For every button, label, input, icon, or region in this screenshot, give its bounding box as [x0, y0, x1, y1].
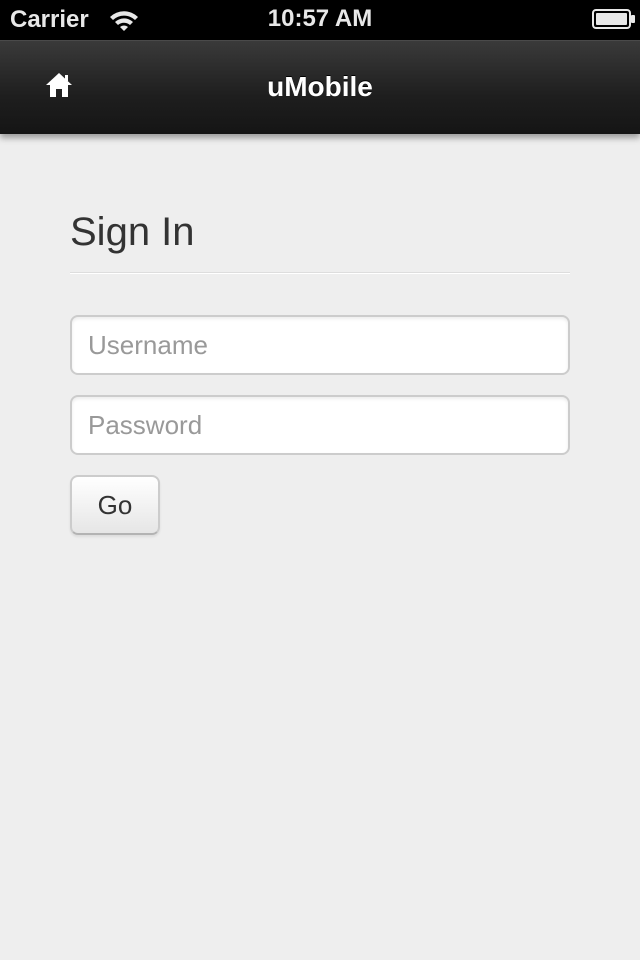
status-bar: Carrier 10:57 AM — [0, 0, 640, 40]
page-title: Sign In — [70, 208, 570, 273]
username-input[interactable] — [70, 315, 570, 375]
app-title: uMobile — [267, 71, 373, 102]
sign-in-form-container: Sign In Go — [70, 134, 570, 535]
go-button[interactable]: Go — [70, 475, 160, 535]
sign-in-form: Go — [70, 315, 570, 535]
app-screen: Carrier 10:57 AM uMobile Sign In Go — [0, 0, 640, 960]
battery-icon — [592, 9, 635, 29]
password-input[interactable] — [70, 395, 570, 455]
header-bar: uMobile — [0, 40, 640, 134]
status-time: 10:57 AM — [267, 5, 373, 32]
